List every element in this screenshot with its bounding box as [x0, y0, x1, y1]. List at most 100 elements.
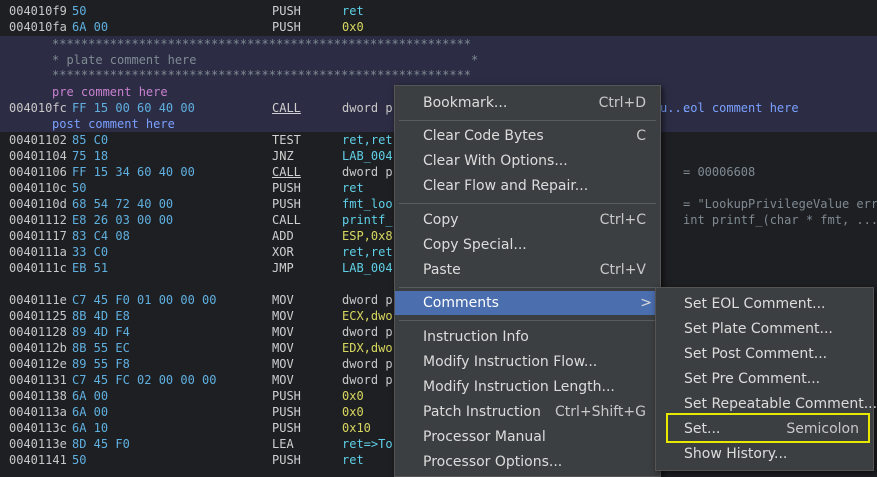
address: 00401112: [9, 213, 67, 227]
menu-item-bookmark[interactable]: Bookmark... Ctrl+D: [395, 91, 660, 115]
menu-separator: [399, 287, 656, 288]
context-menu: Bookmark... Ctrl+D Clear Code Bytes C Cl…: [394, 85, 661, 477]
menu-label: Set EOL Comment...: [684, 296, 826, 312]
mnemonic: MOV: [272, 341, 294, 355]
mnemonic: CALL: [272, 165, 301, 179]
bytes: 83 C4 08: [72, 229, 130, 243]
mnemonic: XOR: [272, 245, 294, 259]
focus-highlight-box: [666, 413, 870, 443]
address: 0040113c: [9, 421, 67, 435]
submenu-item-set-eol-comment[interactable]: Set EOL Comment...: [656, 292, 873, 316]
listing-row[interactable]: 004010f9 50 PUSH ret: [0, 3, 877, 19]
eol-value: int printf_(char * fmt, ...): [683, 213, 877, 227]
address: 00401106: [9, 165, 67, 179]
bytes: 8D 45 F0: [72, 437, 130, 451]
post-comment: post comment here: [52, 117, 175, 131]
menu-item-copy-special[interactable]: Copy Special...: [395, 233, 660, 257]
mnemonic: JMP: [272, 261, 294, 275]
bytes: 6A 00: [72, 389, 109, 403]
bytes: 6A 10: [72, 421, 109, 435]
mnemonic: MOV: [272, 357, 294, 371]
operands: ret,ret: [342, 133, 393, 147]
mnemonic: MOV: [272, 325, 294, 339]
menu-item-patch-instruction[interactable]: Patch Instruction Ctrl+Shift+G: [395, 400, 660, 424]
menu-label: Bookmark...: [423, 95, 508, 111]
menu-shortcut: Ctrl+D: [598, 95, 646, 111]
mnemonic: MOV: [272, 373, 294, 387]
menu-label: Comments: [423, 295, 499, 311]
address: 00401125: [9, 309, 67, 323]
mnemonic: PUSH: [272, 4, 301, 18]
mnemonic: TEST: [272, 133, 301, 147]
menu-label: Modify Instruction Length...: [423, 379, 615, 395]
menu-item-comments[interactable]: Comments >: [395, 291, 660, 315]
menu-item-clear-with-options[interactable]: Clear With Options...: [395, 149, 660, 173]
menu-item-modify-instruction-length[interactable]: Modify Instruction Length...: [395, 375, 660, 399]
submenu-item-show-history[interactable]: Show History...: [656, 442, 873, 466]
submenu-item-set-plate-comment[interactable]: Set Plate Comment...: [656, 317, 873, 341]
address: 00401104: [9, 149, 67, 163]
bytes: 89 55 F8: [72, 357, 130, 371]
submenu-item-set-pre-comment[interactable]: Set Pre Comment...: [656, 367, 873, 391]
operands: ESP,0x8: [342, 229, 393, 243]
operands: 0x0: [342, 20, 364, 34]
address: 0040111e: [9, 293, 67, 307]
mnemonic: MOV: [272, 293, 294, 307]
bytes: 8B 55 EC: [72, 341, 130, 355]
bytes: C7 45 F0 01 00 00 00: [72, 293, 217, 307]
operands: dword p: [342, 165, 393, 179]
menu-label: Paste: [423, 262, 461, 278]
bytes: E8 26 03 00 00: [72, 213, 174, 227]
bytes: 33 C0: [72, 245, 109, 259]
plate-text: * plate comment here *: [52, 53, 479, 67]
menu-item-paste[interactable]: Paste Ctrl+V: [395, 258, 660, 282]
menu-item-clear-code-bytes[interactable]: Clear Code Bytes C: [395, 124, 660, 148]
address: 0040113a: [9, 405, 67, 419]
submenu-item-set-post-comment[interactable]: Set Post Comment...: [656, 342, 873, 366]
menu-label: Patch Instruction: [423, 404, 541, 420]
menu-item-copy[interactable]: Copy Ctrl+C: [395, 208, 660, 232]
mnemonic: PUSH: [272, 181, 301, 195]
bytes: C7 45 FC 02 00 00 00: [72, 373, 217, 387]
menu-shortcut: Ctrl+V: [599, 262, 646, 278]
operands: dword p: [342, 357, 393, 371]
menu-item-clear-flow-repair[interactable]: Clear Flow and Repair...: [395, 174, 660, 198]
mnemonic: ADD: [272, 229, 294, 243]
menu-label: Instruction Info: [423, 329, 529, 345]
plate-comment-line: ****************************************…: [0, 36, 877, 52]
eol-value: = "LookupPrivilegeValue erro: [683, 197, 877, 211]
menu-label: Set Plate Comment...: [684, 321, 833, 337]
operands: dword p: [342, 325, 393, 339]
menu-label: Processor Manual: [423, 429, 546, 445]
plate-comment-line: ****************************************…: [0, 67, 877, 83]
operands: LAB_004: [342, 149, 393, 163]
address: 0040110d: [9, 197, 67, 211]
pre-comment: pre comment here: [52, 85, 168, 99]
operands: ret,ret: [342, 245, 393, 259]
bytes: 50: [72, 453, 87, 467]
address: 004010f9: [9, 4, 67, 18]
operands: fmt_loo: [342, 197, 393, 211]
menu-separator: [399, 320, 656, 321]
menu-item-instruction-info[interactable]: Instruction Info: [395, 325, 660, 349]
menu-item-processor-manual[interactable]: Processor Manual: [395, 425, 660, 449]
operands: ret=>To: [342, 437, 393, 451]
menu-item-modify-instruction-flow[interactable]: Modify Instruction Flow...: [395, 350, 660, 374]
operands: 0x0: [342, 405, 364, 419]
address: 00401102: [9, 133, 67, 147]
listing-row[interactable]: 004010fa 6A 00 PUSH 0x0: [0, 19, 877, 35]
bytes: FF 15 00 60 40 00: [72, 101, 195, 115]
mnemonic: PUSH: [272, 405, 301, 419]
operands: EDX,dwo: [342, 341, 393, 355]
operands: ret: [342, 453, 364, 467]
operands: ret: [342, 4, 364, 18]
comments-submenu: Set EOL Comment... Set Plate Comment... …: [655, 287, 877, 471]
operands: printf_: [342, 213, 393, 227]
menu-item-processor-options[interactable]: Processor Options...: [395, 450, 660, 474]
mnemonic: CALL: [272, 101, 301, 115]
bytes: EB 51: [72, 261, 109, 275]
mnemonic: LEA: [272, 437, 294, 451]
mnemonic: JNZ: [272, 149, 294, 163]
address: 0040112e: [9, 357, 67, 371]
menu-separator: [399, 203, 656, 204]
